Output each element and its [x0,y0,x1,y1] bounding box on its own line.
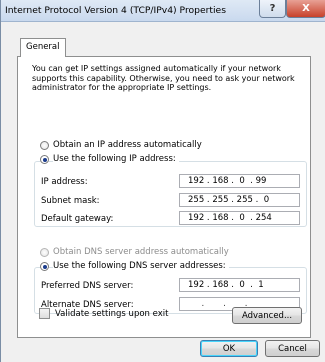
radio-use-following-ip-label[interactable]: Use the following IP address: [53,154,179,164]
validate-checkbox[interactable] [39,308,50,319]
tab-general[interactable]: General [20,38,66,57]
window-title: Internet Protocol Version 4 (TCP/IPv4) P… [5,5,226,16]
title-bar[interactable]: Internet Protocol Version 4 (TCP/IPv4) P… [1,0,325,22]
default-gateway-label: Default gateway: [41,214,114,224]
radio-obtain-dns-auto[interactable] [40,248,49,257]
radio-use-following-ip[interactable] [40,155,49,164]
help-icon: ? [269,3,276,14]
dialog-window: Internet Protocol Version 4 (TCP/IPv4) P… [0,0,325,362]
radio-obtain-ip-auto-label[interactable]: Obtain an IP address automatically [53,140,202,150]
advanced-button[interactable]: Advanced... [232,307,302,324]
ok-button[interactable]: OK [200,340,258,357]
preferred-dns-field[interactable]: 192 . 168 . 0 . 1 [179,278,300,292]
subnet-mask-field[interactable]: 255 . 255 . 255 . 0 [179,193,300,207]
help-button[interactable]: ? [259,0,286,18]
ip-address-field[interactable]: 192 . 168 . 0 . 99 [179,174,300,188]
radio-use-following-dns-label[interactable]: Use the following DNS server addresses: [53,261,229,271]
radio-obtain-dns-auto-label[interactable]: Obtain DNS server address automatically [53,247,229,257]
close-button[interactable]: X [286,0,325,18]
validate-checkbox-label[interactable]: Validate settings upon exit [55,309,168,319]
radio-obtain-ip-auto[interactable] [40,141,49,150]
radio-use-following-dns[interactable] [40,262,49,271]
preferred-dns-label: Preferred DNS server: [41,281,134,291]
ip-address-label: IP address: [41,177,88,187]
intro-text: You can get IP settings assigned automat… [32,64,295,93]
cancel-button[interactable]: Cancel [265,340,320,357]
default-gateway-field[interactable]: 192 . 168 . 0 . 254 [179,211,300,225]
close-icon: X [302,3,310,14]
subnet-mask-label: Subnet mask: [41,196,100,206]
